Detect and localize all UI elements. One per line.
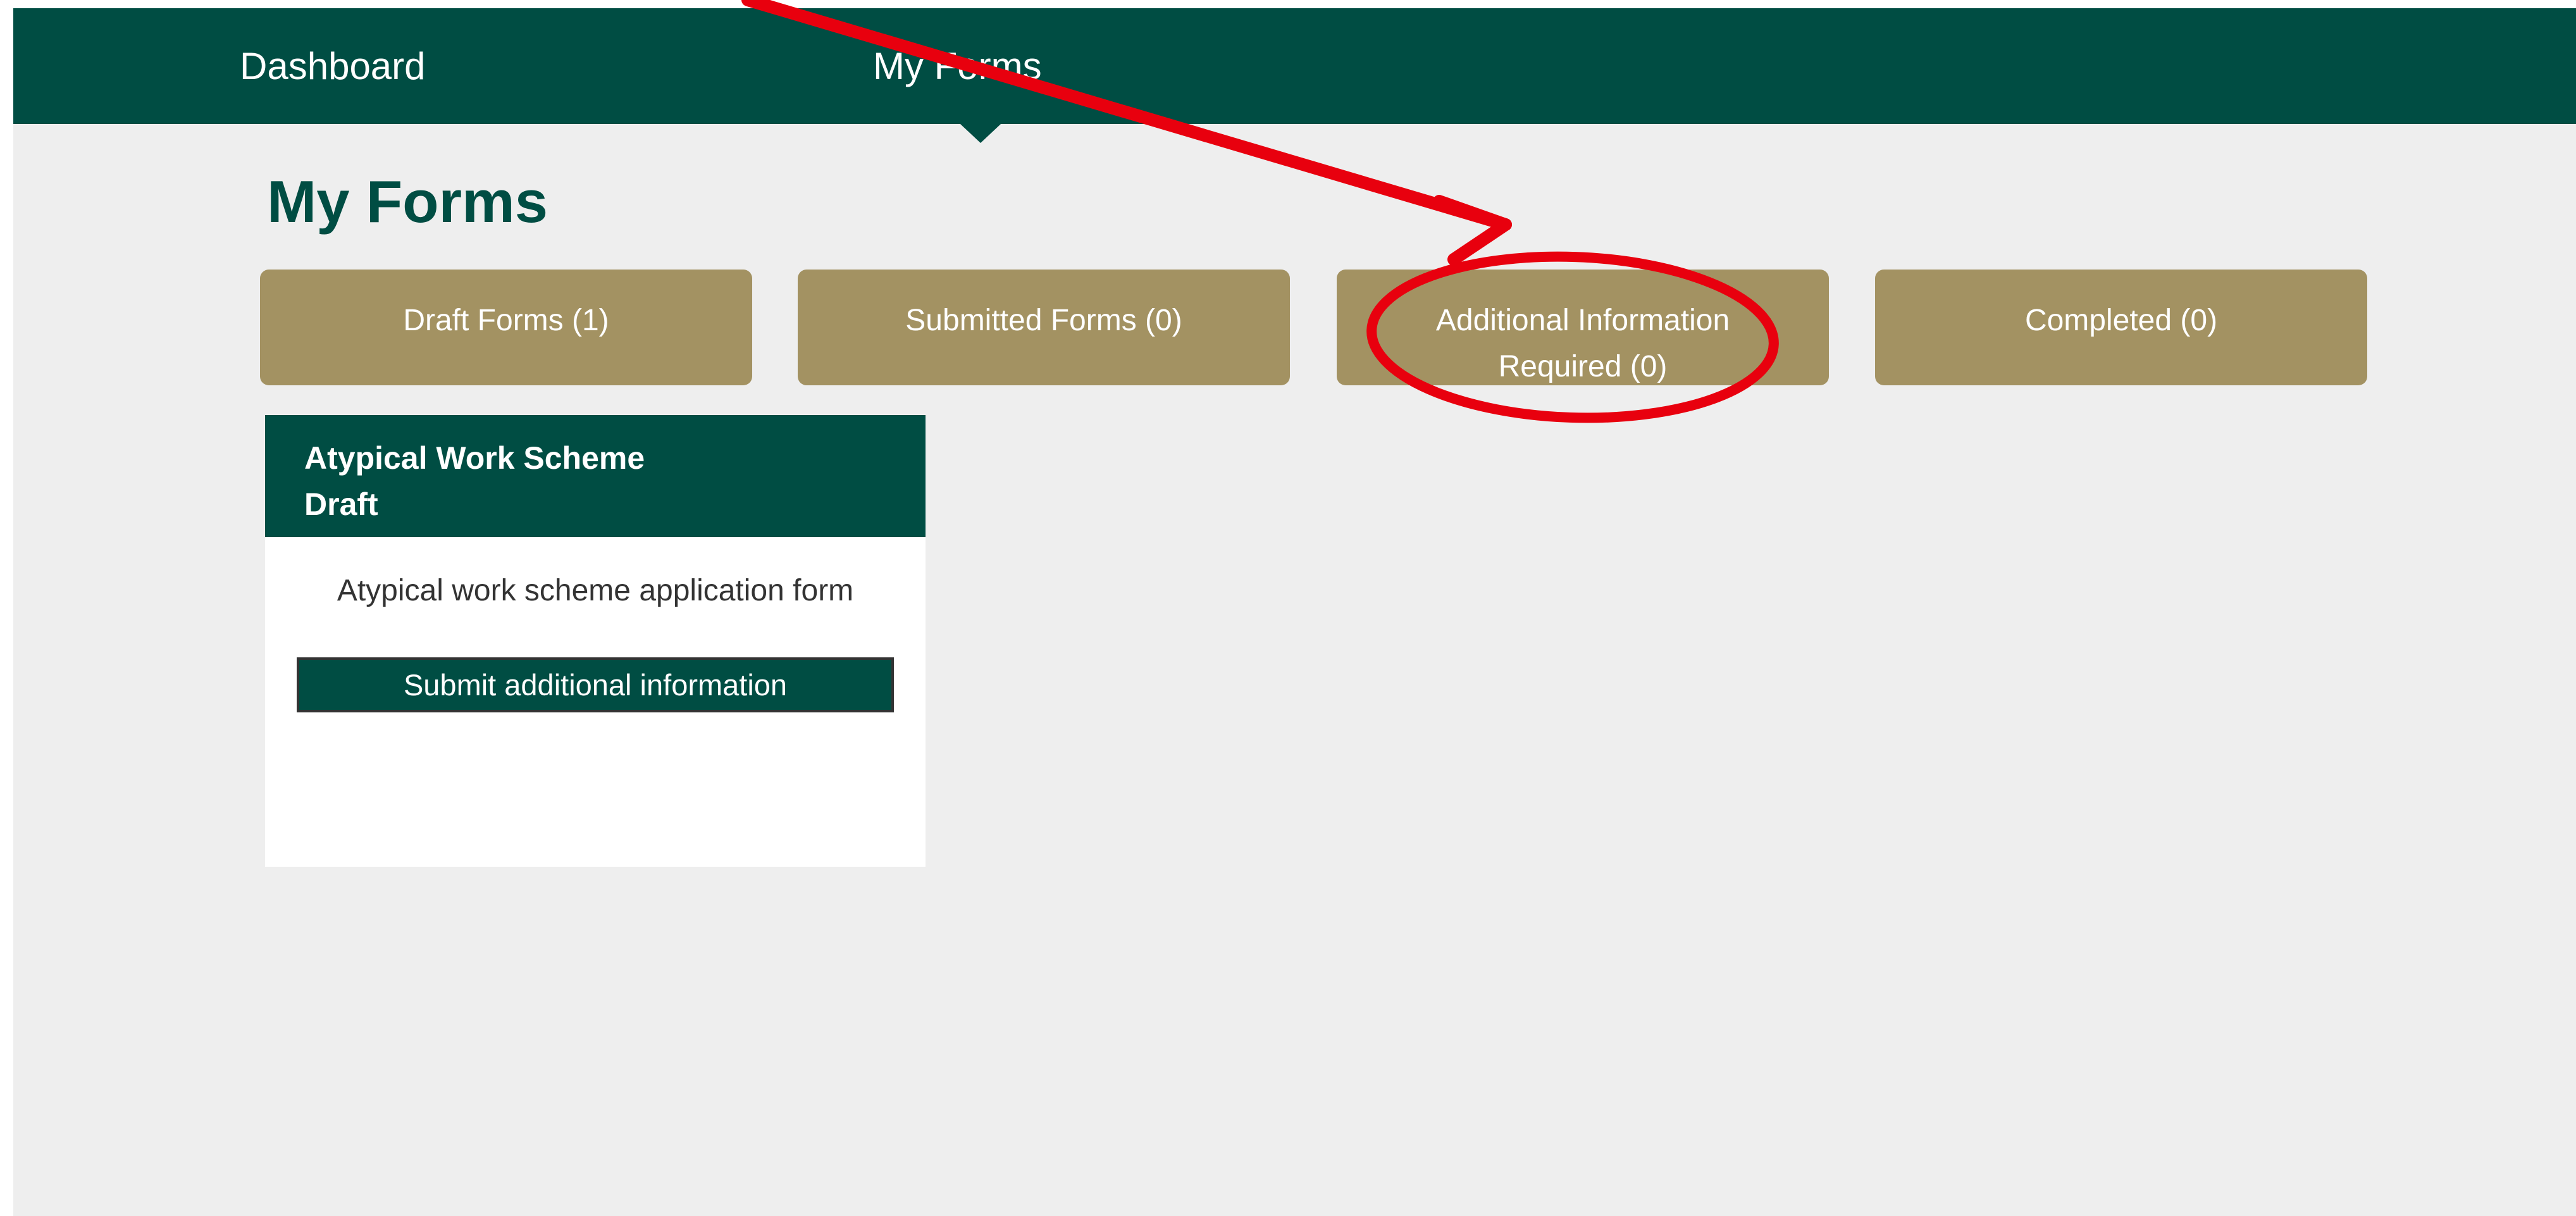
form-card-header: Atypical Work Scheme Draft bbox=[265, 415, 926, 537]
form-card-status: Draft bbox=[304, 487, 378, 522]
page-title: My Forms bbox=[267, 168, 548, 235]
tab-label: Draft Forms (1) bbox=[403, 304, 609, 337]
tab-label: Completed (0) bbox=[2024, 304, 2218, 337]
nav-my-forms[interactable]: My Forms bbox=[873, 8, 1042, 124]
top-navbar: Dashboard My Forms bbox=[13, 8, 2576, 124]
tab-label: Additional Information bbox=[1435, 304, 1730, 337]
tab-label: Submitted Forms (0) bbox=[905, 304, 1182, 337]
tab-label-line2: Required (0) bbox=[1498, 350, 1668, 383]
tab-submitted-forms[interactable]: Submitted Forms (0) bbox=[798, 270, 1290, 385]
submit-additional-information-button[interactable]: Submit additional information bbox=[297, 657, 894, 712]
active-nav-indicator bbox=[960, 124, 1001, 143]
tab-additional-information-required[interactable]: Additional Information Required (0) bbox=[1337, 270, 1829, 385]
tab-draft-forms[interactable]: Draft Forms (1) bbox=[260, 270, 752, 385]
form-card-description: Atypical work scheme application form bbox=[337, 574, 854, 607]
app-window: Dashboard My Forms My Forms Draft Forms … bbox=[13, 8, 2576, 1216]
nav-dashboard[interactable]: Dashboard bbox=[240, 8, 426, 124]
tab-completed[interactable]: Completed (0) bbox=[1875, 270, 2367, 385]
form-card-title: Atypical Work Scheme bbox=[304, 440, 645, 476]
form-card: Atypical Work Scheme Draft Atypical work… bbox=[265, 415, 926, 867]
